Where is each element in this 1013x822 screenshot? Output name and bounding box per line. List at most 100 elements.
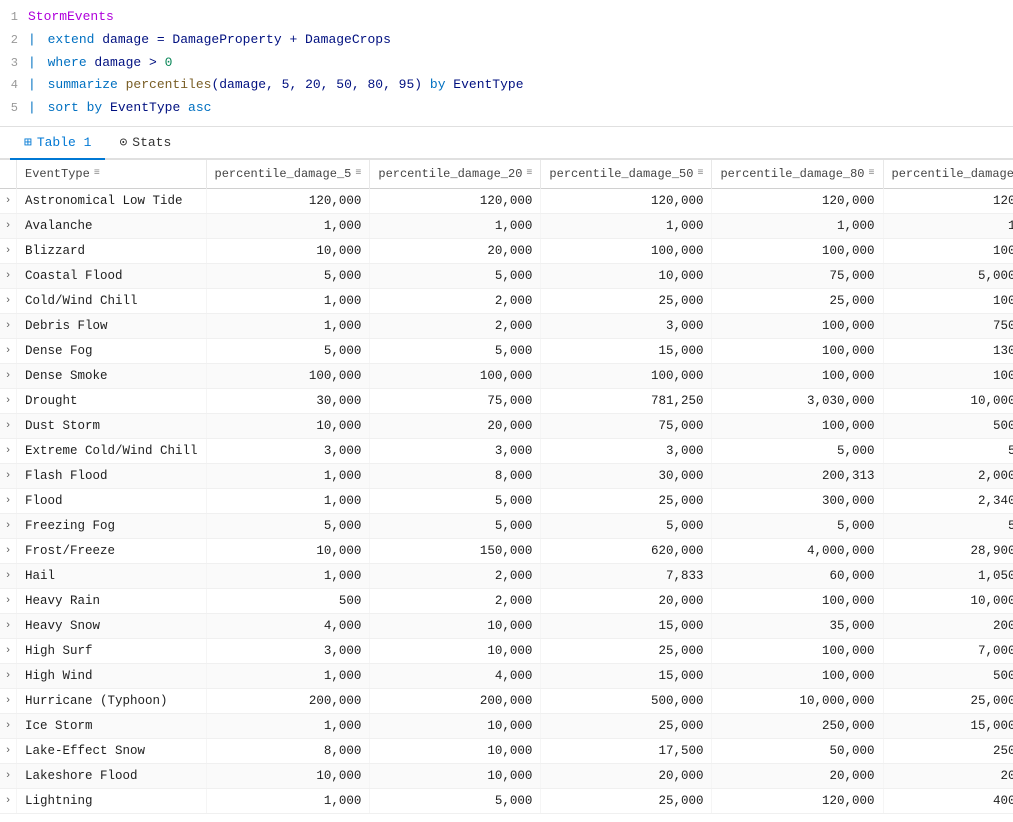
row-expander[interactable]: ›	[0, 388, 17, 413]
row-expander[interactable]: ›	[0, 563, 17, 588]
row-expander[interactable]: ›	[0, 538, 17, 563]
row-expander[interactable]: ›	[0, 638, 17, 663]
code-content: | extend damage = DamageProperty + Damag…	[28, 30, 1013, 51]
tab-table1[interactable]: ⊞Table 1	[10, 127, 105, 160]
table-row: ›Hurricane (Typhoon)200,000200,000500,00…	[0, 688, 1013, 713]
code-line-4: 4| summarize percentiles(damage, 5, 20, …	[0, 74, 1013, 97]
cell-numeric: 1,000	[206, 788, 370, 813]
filter-icon-EventType[interactable]: ≡	[94, 168, 100, 179]
cell-numeric: 20,000	[541, 763, 712, 788]
cell-eventtype: High Surf	[17, 638, 207, 663]
row-expander[interactable]: ›	[0, 613, 17, 638]
row-expander[interactable]: ›	[0, 338, 17, 363]
tab-icon-stats: ⊙	[119, 135, 127, 150]
cell-numeric: 25,000	[541, 713, 712, 738]
cell-numeric: 1,000	[206, 663, 370, 688]
cell-numeric: 100,000	[541, 363, 712, 388]
row-expander[interactable]: ›	[0, 413, 17, 438]
cell-numeric: 25,000	[712, 288, 883, 313]
cell-eventtype: Coastal Flood	[17, 263, 207, 288]
row-expander[interactable]: ›	[0, 263, 17, 288]
cell-eventtype: Ice Storm	[17, 713, 207, 738]
row-expander[interactable]: ›	[0, 463, 17, 488]
cell-numeric: 5,000	[712, 438, 883, 463]
cell-numeric: 100,000	[712, 588, 883, 613]
table-container[interactable]: EventType≡percentile_damage_5≡percentile…	[0, 160, 1013, 814]
row-expander[interactable]: ›	[0, 313, 17, 338]
cell-numeric: 75,000	[370, 388, 541, 413]
table-row: ›Ice Storm1,00010,00025,000250,00015,000…	[0, 713, 1013, 738]
table-row: ›Astronomical Low Tide120,000120,000120,…	[0, 188, 1013, 213]
cell-numeric: 5,000	[370, 513, 541, 538]
cell-numeric: 300,000	[712, 488, 883, 513]
cell-eventtype: Astronomical Low Tide	[17, 188, 207, 213]
row-expander[interactable]: ›	[0, 488, 17, 513]
table-row: ›High Wind1,0004,00015,000100,000500,000	[0, 663, 1013, 688]
cell-eventtype: Heavy Rain	[17, 588, 207, 613]
table-row: ›Freezing Fog5,0005,0005,0005,0005,000	[0, 513, 1013, 538]
row-expander[interactable]: ›	[0, 788, 17, 813]
filter-icon-p50[interactable]: ≡	[697, 168, 703, 179]
row-expander[interactable]: ›	[0, 238, 17, 263]
line-number: 3	[0, 54, 28, 73]
row-expander[interactable]: ›	[0, 513, 17, 538]
cell-numeric: 8,000	[206, 738, 370, 763]
cell-numeric: 5,000	[370, 263, 541, 288]
filter-icon-p80[interactable]: ≡	[869, 168, 875, 179]
cell-numeric: 10,000	[370, 738, 541, 763]
tab-stats[interactable]: ⊙ Stats	[105, 127, 185, 160]
table-row: ›Hail1,0002,0007,83360,0001,050,000	[0, 563, 1013, 588]
cell-numeric: 3,000	[541, 313, 712, 338]
code-content: | sort by EventType asc	[28, 98, 1013, 119]
row-expander[interactable]: ›	[0, 738, 17, 763]
cell-numeric: 1,050,000	[883, 563, 1013, 588]
cell-numeric: 3,000	[206, 638, 370, 663]
row-expander[interactable]: ›	[0, 188, 17, 213]
cell-numeric: 5,000	[206, 513, 370, 538]
col-label-EventType: EventType	[25, 167, 90, 181]
col-header-p20: percentile_damage_20≡	[370, 160, 541, 189]
cell-numeric: 2,340,000	[883, 488, 1013, 513]
cell-numeric: 1,000	[370, 213, 541, 238]
tab-label-stats: Stats	[132, 135, 171, 150]
cell-numeric: 4,000	[370, 663, 541, 688]
cell-numeric: 1,000	[206, 463, 370, 488]
row-expander[interactable]: ›	[0, 213, 17, 238]
row-expander[interactable]: ›	[0, 713, 17, 738]
cell-numeric: 10,000	[370, 763, 541, 788]
cell-numeric: 10,000,000	[712, 688, 883, 713]
results-table: EventType≡percentile_damage_5≡percentile…	[0, 160, 1013, 814]
filter-icon-p5[interactable]: ≡	[355, 168, 361, 179]
cell-eventtype: Drought	[17, 388, 207, 413]
col-header-p5: percentile_damage_5≡	[206, 160, 370, 189]
cell-numeric: 3,000	[370, 438, 541, 463]
cell-numeric: 3,000	[206, 438, 370, 463]
cell-numeric: 200,000	[883, 613, 1013, 638]
row-expander[interactable]: ›	[0, 763, 17, 788]
cell-numeric: 200,000	[206, 688, 370, 713]
line-number: 2	[0, 31, 28, 50]
cell-numeric: 10,000	[206, 763, 370, 788]
table-row: ›Flash Flood1,0008,00030,000200,3132,000…	[0, 463, 1013, 488]
cell-numeric: 75,000	[541, 413, 712, 438]
cell-eventtype: Hurricane (Typhoon)	[17, 688, 207, 713]
row-expander[interactable]: ›	[0, 663, 17, 688]
row-expander[interactable]: ›	[0, 588, 17, 613]
cell-numeric: 20,000	[370, 413, 541, 438]
row-expander[interactable]: ›	[0, 438, 17, 463]
row-expander[interactable]: ›	[0, 288, 17, 313]
row-expander[interactable]: ›	[0, 363, 17, 388]
cell-numeric: 100,000	[712, 338, 883, 363]
cell-numeric: 5,000	[883, 438, 1013, 463]
row-expander[interactable]: ›	[0, 688, 17, 713]
line-number: 5	[0, 99, 28, 118]
cell-eventtype: Avalanche	[17, 213, 207, 238]
table-row: ›Drought30,00075,000781,2503,030,00010,0…	[0, 388, 1013, 413]
cell-numeric: 130,000	[883, 338, 1013, 363]
cell-numeric: 250,000	[712, 713, 883, 738]
cell-eventtype: Extreme Cold/Wind Chill	[17, 438, 207, 463]
cell-numeric: 5,000	[206, 338, 370, 363]
cell-numeric: 35,000	[712, 613, 883, 638]
cell-numeric: 10,000	[206, 538, 370, 563]
filter-icon-p20[interactable]: ≡	[526, 168, 532, 179]
